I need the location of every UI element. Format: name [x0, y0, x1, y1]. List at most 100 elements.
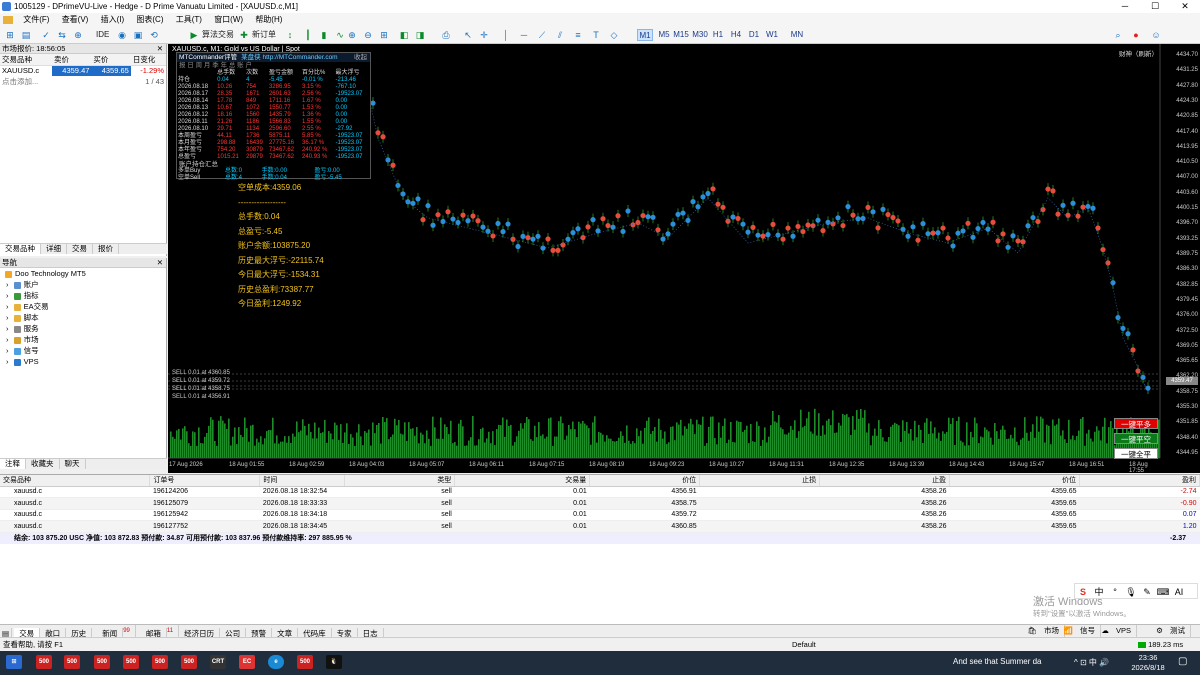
ime-lang[interactable]: 中 — [1091, 584, 1107, 600]
notifications-icon[interactable]: ▢ — [1178, 656, 1187, 667]
tile-icon[interactable]: ⊞ — [378, 29, 390, 41]
channel-icon[interactable]: ⫽ — [554, 29, 566, 41]
close-all-button[interactable]: 一键全平 — [1114, 448, 1158, 459]
mic-icon[interactable]: 🎙 — [1123, 584, 1139, 600]
tab-details[interactable]: 详细 — [41, 244, 67, 254]
taskbar-app-icon[interactable]: 500 — [94, 655, 110, 669]
position-row[interactable]: xauusd.c 196125942 2026.08.18 18:34:18 sell… — [0, 509, 1200, 521]
positions-col-header[interactable]: 交易品种 — [0, 475, 151, 487]
history-icon[interactable]: ⟲ — [148, 29, 160, 41]
taskbar-app-icon[interactable]: 500 — [152, 655, 168, 669]
tf-m1-button[interactable]: M1 — [637, 29, 653, 41]
fibonacci-icon[interactable]: ≡ — [572, 29, 584, 41]
nav-item-scripts[interactable]: › 脚本 — [0, 312, 166, 323]
tf-m15-button[interactable]: M15 — [673, 29, 689, 41]
tab-chat[interactable]: 聊天 — [60, 459, 86, 469]
search-icon[interactable]: ⌕ — [1112, 29, 1124, 41]
position-row[interactable]: xauusd.c 196125079 2026.08.18 18:33:33 sell… — [0, 497, 1200, 510]
candle-chart-icon[interactable]: ▮ — [318, 29, 330, 41]
profiles-icon[interactable]: ▤ — [20, 29, 32, 41]
positions-col-header[interactable]: 类型 — [344, 475, 456, 487]
market-watch-icon[interactable]: ⊕ — [72, 29, 84, 41]
vertical-line-icon[interactable]: │ — [500, 29, 512, 41]
tf-m5-button[interactable]: M5 — [656, 29, 672, 41]
notification-icon[interactable]: ● — [1130, 29, 1142, 41]
status-vps[interactable]: ☁ VPS — [1096, 625, 1142, 637]
col-change[interactable]: 日变化 — [130, 54, 166, 66]
algo-trading-button[interactable]: 算法交易 — [200, 28, 236, 42]
nav-item-experts[interactable]: › EA交易 — [0, 301, 166, 312]
panel-menu[interactable]: 报 日 周 月 季 年 总 账 户 — [177, 62, 370, 70]
positions-col-header[interactable]: 止盈 — [819, 475, 951, 487]
taskbar-app-icon[interactable]: EC — [239, 655, 255, 669]
trendline-icon[interactable]: ⟋ — [536, 29, 548, 41]
status-tester[interactable]: ⚙ 测试 — [1151, 625, 1196, 637]
ide-button[interactable]: IDE — [94, 28, 111, 42]
positions-col-header[interactable]: 盈利 — [1079, 475, 1200, 487]
col-symbol[interactable]: 交易品种 — [0, 54, 53, 66]
positions-col-header[interactable]: 止损 — [699, 475, 821, 487]
tab-favorites[interactable]: 收藏夹 — [26, 459, 60, 469]
menu-charts[interactable]: 图表(C) — [131, 13, 168, 26]
depth-icon[interactable]: ↕ — [284, 29, 296, 41]
new-chart-icon[interactable]: ⊞ — [4, 29, 16, 41]
taskbar-app-icon[interactable]: 500 — [297, 655, 313, 669]
menu-window[interactable]: 窗口(W) — [209, 13, 248, 26]
profile-name[interactable]: Default — [792, 638, 816, 652]
tab-ticks[interactable]: 报价 — [93, 244, 119, 254]
symbol-name[interactable]: XAUUSD.c — [0, 66, 52, 76]
menu-tools[interactable]: 工具(T) — [171, 13, 207, 26]
zoom-in-icon[interactable]: ⊕ — [346, 29, 358, 41]
bar-chart-icon[interactable]: ┃ — [302, 29, 314, 41]
tf-w1-button[interactable]: W1 — [764, 29, 780, 41]
shift-icon[interactable]: ◨ — [414, 29, 426, 41]
close-button[interactable]: ✕ — [1170, 0, 1200, 13]
col-ask[interactable]: 买价 — [91, 54, 131, 66]
tf-mn-button[interactable]: MN — [782, 29, 812, 41]
signals-icon[interactable]: ◉ — [116, 29, 128, 41]
nav-item-signals[interactable]: › 信号 — [0, 345, 166, 356]
symbol-row[interactable]: XAUUSD.c 4359.47 4359.65 -1.29% — [0, 65, 166, 76]
menu-view[interactable]: 查看(V) — [57, 13, 94, 26]
panel-link[interactable]: 某盘侠 http://MTCommander.com — [241, 54, 337, 61]
positions-col-header[interactable]: 时间 — [259, 475, 346, 487]
close-sell-button[interactable]: 一键平空 — [1114, 433, 1158, 444]
clock[interactable]: 23:36 2026/8/18 — [1130, 653, 1166, 673]
start-icon[interactable]: ⊞ — [6, 655, 22, 669]
line-chart-icon[interactable]: ∿ — [334, 29, 346, 41]
positions-col-header[interactable]: 价位 — [949, 475, 1080, 487]
horizontal-line-icon[interactable]: ─ — [518, 29, 530, 41]
position-row[interactable]: xauusd.c 196124206 2026.08.18 18:32:54 sell… — [0, 486, 1200, 498]
nav-item-indicators[interactable]: › 指标 — [0, 290, 166, 301]
tray-icons[interactable]: ^ ⊡ 中 🔊 — [1074, 657, 1109, 668]
algo-trading-icon[interactable]: ▶ — [188, 29, 200, 41]
crosshair-icon[interactable]: ✛ — [478, 29, 490, 41]
minimize-button[interactable]: ─ — [1110, 0, 1140, 13]
collapse-button[interactable]: 收起 — [354, 53, 367, 62]
zoom-out-icon[interactable]: ⊖ — [362, 29, 374, 41]
tf-m30-button[interactable]: M30 — [692, 29, 708, 41]
tf-h1-button[interactable]: H1 — [710, 29, 726, 41]
punct-icon[interactable]: ° — [1107, 584, 1123, 600]
now-playing[interactable]: And see that Summer da — [953, 657, 1042, 666]
nav-root[interactable]: Doo Technology MT5 — [0, 268, 166, 279]
ime-ai[interactable]: AI — [1171, 584, 1187, 600]
close-buy-button[interactable]: 一键平多 — [1114, 418, 1158, 429]
nav-item-services[interactable]: › 服务 — [0, 323, 166, 334]
tab-trading[interactable]: 交易 — [67, 244, 93, 254]
keyboard-icon[interactable]: ⌨ — [1155, 584, 1171, 600]
tf-h4-button[interactable]: H4 — [728, 29, 744, 41]
text-icon[interactable]: T — [590, 29, 602, 41]
sogou-icon[interactable]: S — [1075, 584, 1091, 600]
edge-icon[interactable]: e — [268, 655, 284, 669]
check-icon[interactable]: ✓ — [40, 29, 52, 41]
price-chart[interactable]: XAUUSD.c, M1: Gold vs US Dollar | Spot 财… — [168, 44, 1200, 473]
user-icon[interactable]: ☺ — [1150, 29, 1162, 41]
tab-symbols[interactable]: 交易品种 — [0, 244, 41, 254]
menu-file[interactable]: 文件(F) — [18, 13, 54, 26]
taskbar-app-icon[interactable]: CRT — [210, 655, 226, 669]
new-order-button[interactable]: 新订单 — [250, 28, 278, 42]
tab-comments[interactable]: 注释 — [0, 459, 26, 469]
position-row[interactable]: xauusd.c 196127752 2026.08.18 18:34:45 sell… — [0, 520, 1200, 533]
taskbar-app-icon[interactable]: 500 — [64, 655, 80, 669]
